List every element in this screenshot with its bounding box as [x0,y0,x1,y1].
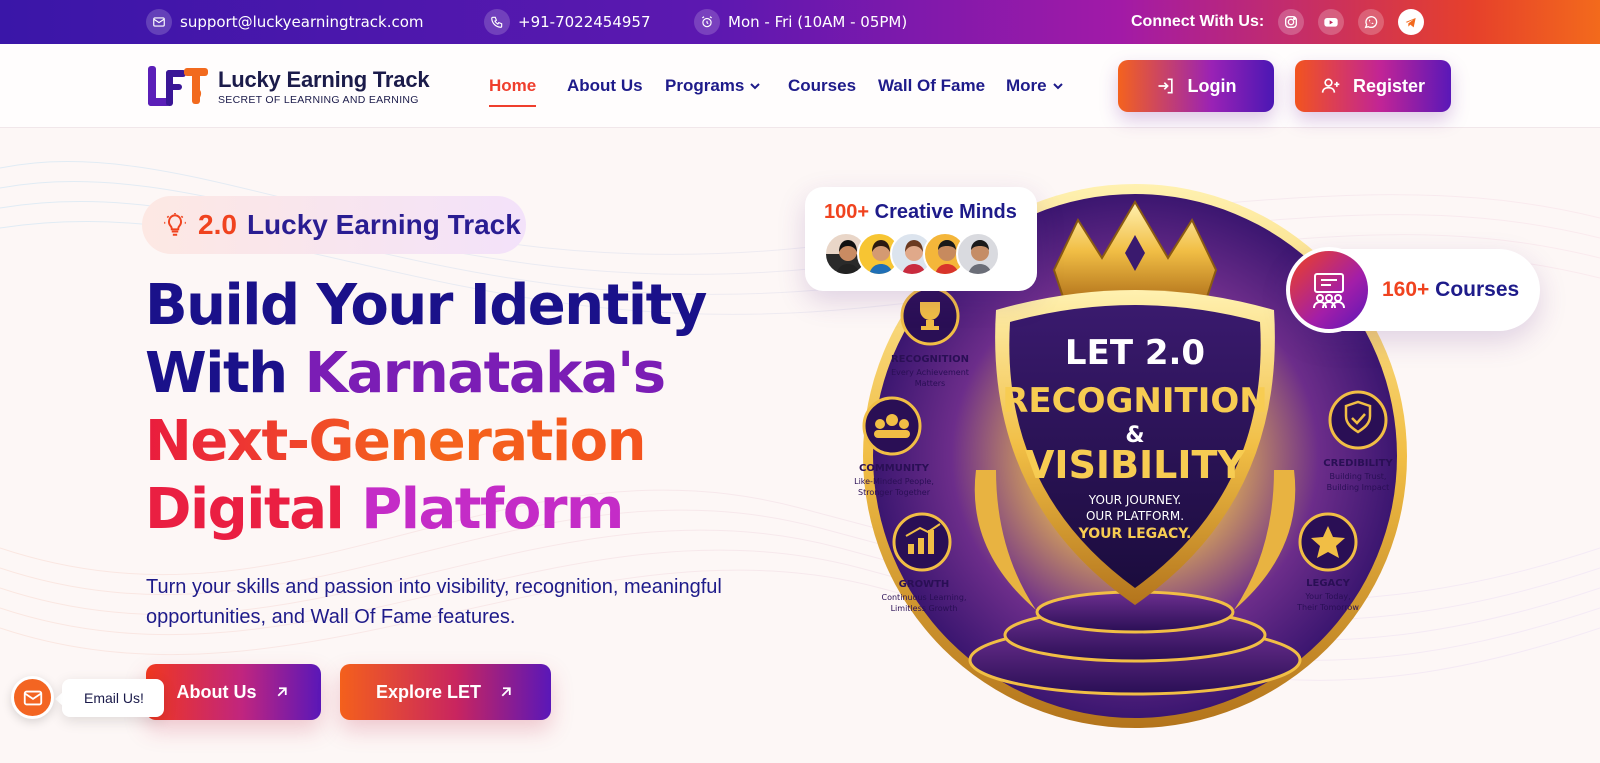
nav-courses-label: Courses [788,76,857,95]
nav-programs-label: Programs [665,76,745,95]
pill-version: 2.0 [198,209,237,240]
mail-icon [146,9,172,35]
topbar-hours-text: Mon - Fri (10AM - 05PM) [728,13,908,31]
svg-text:LEGACY: LEGACY [1306,578,1350,589]
topbar-phone[interactable]: +91-7022454957 [484,0,651,44]
svg-text:Limitless Growth: Limitless Growth [891,604,958,613]
nav-about[interactable]: About Us [567,76,643,96]
courses-count-card: 160+ Courses [1286,247,1540,333]
badge-title-sub: VISIBILITY [1025,443,1245,487]
creative-minds-card: 100+ Creative Minds [805,187,1037,291]
login-button[interactable]: Login [1118,60,1274,112]
brand-tagline: SECRET OF LEARNING AND EARNING [218,93,419,106]
courses-count: 160+ [1382,278,1430,301]
avatar [956,232,1000,276]
nav-about-label: About Us [567,76,643,95]
topbar-socials: Connect With Us: [1131,0,1425,44]
hero-headline: Build Your Identity With Karnataka's Nex… [145,272,707,544]
badge-title-top: LET 2.0 [1065,333,1205,373]
mail-icon[interactable] [11,676,54,719]
nav-more-label: More [1006,76,1047,95]
headline-line3: Next-Generation [145,409,646,474]
svg-text:RECOGNITION: RECOGNITION [891,354,969,365]
arrow-up-right-icon [277,687,287,697]
svg-text:Every Achievement: Every Achievement [891,368,969,377]
nav-wall-of-fame[interactable]: Wall Of Fame [878,76,985,96]
explore-let-label: Explore LET [375,681,482,702]
badge-line1: YOUR JOURNEY. [1088,493,1181,507]
nav-more[interactable]: More [1006,76,1064,96]
svg-text:Their Tomorrow: Their Tomorrow [1296,603,1359,612]
course-presentation-icon [1286,247,1372,333]
nav-courses[interactable]: Courses [788,76,856,96]
explore-let-button[interactable]: Explore LET [340,664,551,720]
svg-text:Stronger Together: Stronger Together [858,488,931,497]
register-button[interactable]: Register [1295,60,1451,112]
brand-name: Lucky Earning Track [218,66,430,92]
add-user-icon [1321,78,1340,93]
chevron-down-icon [750,83,761,90]
svg-text:Matters: Matters [915,379,945,388]
connect-label: Connect With Us: [1131,13,1265,30]
headline-line4a: Digital [145,477,345,542]
topbar-email-text: support@luckyearningtrack.com [180,13,424,31]
svg-text:GROWTH: GROWTH [899,579,950,590]
minds-count: 100+ [824,201,870,223]
svg-text:CREDIBILITY: CREDIBILITY [1323,458,1393,469]
avatar-group [824,232,1000,276]
instagram-icon[interactable] [1278,9,1305,35]
topbar-hours: Mon - Fri (10AM - 05PM) [694,0,907,44]
about-us-button[interactable]: About Us [146,664,321,720]
hero-subtitle: Turn your skills and passion into visibi… [146,576,722,628]
headline-line1: Build Your Identity [145,273,707,338]
login-label: Login [1187,75,1237,96]
lightbulb-icon [164,213,186,236]
badge-line2: OUR PLATFORM. [1086,509,1184,523]
phone-icon [484,9,510,35]
headline-line2b: Karnataka's [304,341,667,406]
topbar-phone-text: +91-7022454957 [518,13,651,31]
email-us-floating-widget[interactable]: Email Us! [11,676,164,719]
youtube-icon[interactable] [1318,9,1345,35]
minds-label: Creative Minds [874,201,1017,223]
nav-programs[interactable]: Programs [665,76,761,96]
pill-text: Lucky Earning Track [246,209,521,240]
site-header: Lucky Earning Track SECRET OF LEARNING A… [0,44,1600,128]
topbar-email[interactable]: support@luckyearningtrack.com [146,0,424,44]
top-contact-bar: support@luckyearningtrack.com +91-702245… [0,0,1600,44]
svg-text:Your Today,: Your Today, [1304,592,1350,601]
alarm-clock-icon [694,9,720,35]
svg-text:Building Impact: Building Impact [1327,483,1390,492]
svg-text:Like-Minded People,: Like-Minded People, [854,477,934,486]
email-us-label[interactable]: Email Us! [55,678,164,717]
svg-text:Continuous Learning,: Continuous Learning, [882,593,967,602]
version-pill: 2.0 Lucky Earning Track [142,196,526,254]
let-logo-icon [148,66,208,106]
svg-text:Building Trust,: Building Trust, [1330,472,1387,481]
chevron-down-icon [1052,83,1063,90]
badge-line3: YOUR LEGACY. [1078,526,1192,542]
about-us-label: About Us [176,681,257,702]
arrow-up-right-icon [501,687,511,697]
headline-line4b: Platform [361,477,624,542]
nav-home-label: Home [489,76,537,95]
nav-wall-of-fame-label: Wall Of Fame [878,76,986,95]
courses-label: Courses [1435,278,1520,301]
headline-line2a: With [145,341,288,406]
telegram-icon[interactable] [1398,9,1425,35]
register-label: Register [1352,75,1426,96]
nav-home[interactable]: Home [489,76,537,107]
site-logo[interactable]: Lucky Earning Track SECRET OF LEARNING A… [146,64,430,108]
login-icon [1158,78,1173,94]
badge-title-main: RECOGNITION [1002,381,1267,421]
whatsapp-icon[interactable] [1358,9,1385,35]
svg-text:COMMUNITY: COMMUNITY [859,463,930,474]
